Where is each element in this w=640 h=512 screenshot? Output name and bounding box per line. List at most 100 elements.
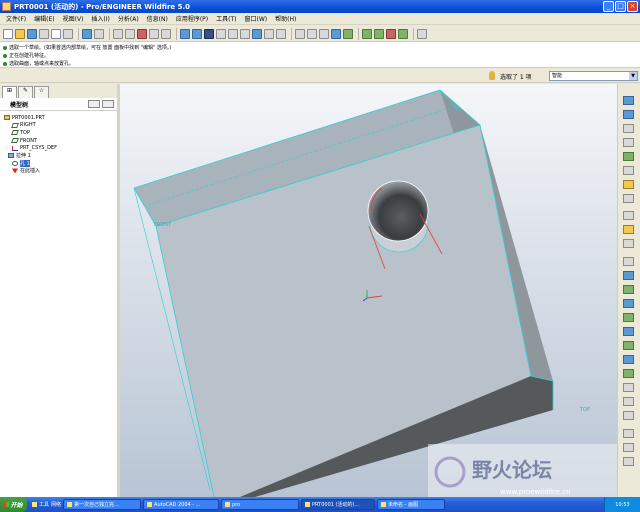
quick-tools[interactable]: 工具 <box>39 501 49 508</box>
refit-icon[interactable] <box>240 28 250 39</box>
sketch-tool-icon[interactable] <box>623 138 634 147</box>
spin-center-icon[interactable] <box>192 28 202 39</box>
tab-model-tree[interactable]: ⊞ <box>2 86 17 98</box>
solidify-tool-icon[interactable] <box>623 443 634 452</box>
tree-item-part[interactable]: PRT0001.PRT <box>0 114 117 122</box>
tree-item-right[interactable]: RIGHT <box>0 122 117 130</box>
tree-item-insert-here[interactable]: 在此插入 <box>0 167 117 175</box>
menu-help[interactable]: 帮助(H) <box>271 14 300 23</box>
menu-applications[interactable]: 应用程序(P) <box>172 14 212 23</box>
wireframe-icon[interactable] <box>295 28 305 39</box>
zoom-in-icon[interactable] <box>216 28 226 39</box>
tree-settings-button[interactable] <box>88 100 100 108</box>
menu-analysis[interactable]: 分析(A) <box>114 14 143 23</box>
rib-tool-icon[interactable] <box>623 341 634 350</box>
menu-view[interactable]: 视图(V) <box>59 14 88 23</box>
sweep-tool-icon[interactable] <box>623 285 634 294</box>
datum-points-toggle-icon[interactable] <box>386 28 396 39</box>
start-button[interactable]: 开始 <box>0 497 27 512</box>
enhanced-realism-icon[interactable] <box>343 28 353 39</box>
close-button[interactable]: × <box>627 1 638 12</box>
pattern-tool-icon[interactable] <box>623 194 634 203</box>
email-icon[interactable] <box>51 28 61 39</box>
group-tool-icon[interactable] <box>623 225 634 234</box>
undo-icon[interactable] <box>82 28 92 39</box>
menu-info[interactable]: 信息(N) <box>143 14 172 23</box>
tree-item-extrude[interactable]: 拉伸 1 <box>0 152 117 160</box>
menu-edit[interactable]: 编辑(E) <box>30 14 58 23</box>
tree-item-csys[interactable]: PRT_CSYS_DEF <box>0 144 117 152</box>
hole-tool-icon[interactable] <box>623 313 634 322</box>
tree-item-front[interactable]: FRONT <box>0 137 117 145</box>
chevron-down-icon[interactable]: ▼ <box>629 72 637 80</box>
tab-folder-browser[interactable]: ✎ <box>18 86 33 98</box>
analysis-tool-icon[interactable] <box>623 180 634 189</box>
round-tool-icon[interactable] <box>623 369 634 378</box>
chamfer-tool-icon[interactable] <box>623 383 634 392</box>
offset-tool-icon[interactable] <box>623 457 634 466</box>
tree-show-button[interactable] <box>102 100 114 108</box>
select-box-icon[interactable] <box>161 28 171 39</box>
selection-filter-dropdown[interactable]: 智能 ▼ <box>549 71 638 81</box>
blend-tool-icon[interactable] <box>623 299 634 308</box>
paste-icon[interactable] <box>125 28 135 39</box>
menu-file[interactable]: 文件(F) <box>2 14 30 23</box>
copy-icon[interactable] <box>63 28 73 39</box>
graphics-window[interactable]: FRONT TOP 野火论坛 www.proewildfire.cn <box>120 84 617 497</box>
shell-tool-icon[interactable] <box>623 327 634 336</box>
extrude-tool-icon[interactable] <box>623 257 634 266</box>
merge-tool-icon[interactable] <box>623 411 634 420</box>
datum-plane-tool-icon[interactable] <box>623 96 634 105</box>
menu-tools[interactable]: 工具(T) <box>212 14 240 23</box>
taskbar-button[interactable]: 未命名 - 画图 <box>377 499 446 510</box>
quick-network[interactable]: 网络 <box>51 501 61 508</box>
maximize-button[interactable]: □ <box>615 1 626 12</box>
no-hidden-icon[interactable] <box>319 28 329 39</box>
orient-mode-icon[interactable] <box>204 28 214 39</box>
saved-views-icon[interactable] <box>264 28 274 39</box>
datum-axes-toggle-icon[interactable] <box>374 28 384 39</box>
shading-icon[interactable] <box>331 28 341 39</box>
folder-icon <box>32 502 37 507</box>
taskbar-button[interactable]: 第一次自己独立完... <box>63 499 142 510</box>
trim-tool-icon[interactable] <box>623 397 634 406</box>
layers-icon[interactable] <box>276 28 286 39</box>
minimize-button[interactable]: _ <box>603 1 614 12</box>
save-icon[interactable] <box>27 28 37 39</box>
datum-curve-tool-icon[interactable] <box>623 124 634 133</box>
datum-point-tool-icon[interactable] <box>623 152 634 161</box>
datum-plane-icon <box>11 122 19 128</box>
taskbar-button[interactable]: AutoCAD 2004 - ... <box>143 499 220 510</box>
datum-planes-toggle-icon[interactable] <box>362 28 372 39</box>
menu-insert[interactable]: 插入(I) <box>87 14 113 23</box>
taskbar-button[interactable]: pro <box>221 499 300 510</box>
find-icon[interactable] <box>149 28 159 39</box>
reorient-icon[interactable] <box>252 28 262 39</box>
new-file-icon[interactable] <box>3 28 13 39</box>
clock[interactable]: 10:53 <box>615 502 629 508</box>
help-icon[interactable] <box>417 28 427 39</box>
zoom-out-icon[interactable] <box>228 28 238 39</box>
print-icon[interactable] <box>39 28 49 39</box>
csys-tool-icon[interactable] <box>623 166 634 175</box>
tab-favorites[interactable]: ☆ <box>34 86 49 98</box>
draft-tool-icon[interactable] <box>623 355 634 364</box>
tree-item-hole[interactable]: 孔 1 <box>0 159 117 168</box>
redo-icon[interactable] <box>94 28 104 39</box>
open-folder-icon[interactable] <box>15 28 25 39</box>
model-canvas[interactable]: FRONT TOP 野火论坛 www.proewildfire.cn <box>120 84 617 497</box>
hidden-line-icon[interactable] <box>307 28 317 39</box>
copy-tool-icon[interactable] <box>623 211 634 220</box>
title-bar[interactable]: PRT0001 (活动的) - Pro/ENGINEER Wildfire 5.… <box>0 0 640 13</box>
thicken-tool-icon[interactable] <box>623 429 634 438</box>
datum-axis-tool-icon[interactable] <box>623 110 634 119</box>
revolve-tool-icon[interactable] <box>623 271 634 280</box>
mirror-tool-icon[interactable] <box>623 239 634 248</box>
repaint-icon[interactable] <box>180 28 190 39</box>
tree-item-top[interactable]: TOP <box>0 129 117 137</box>
regenerate-icon[interactable] <box>137 28 147 39</box>
cut-icon[interactable] <box>113 28 123 39</box>
csys-toggle-icon[interactable] <box>398 28 408 39</box>
taskbar-button-active[interactable]: PRT0001 (活动的)... <box>301 499 376 510</box>
menu-window[interactable]: 窗口(W) <box>241 14 272 23</box>
